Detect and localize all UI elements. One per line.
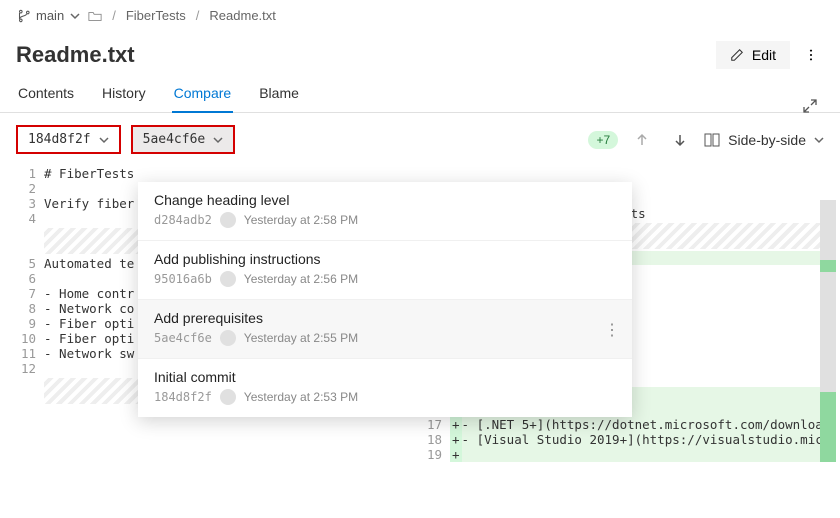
commit-title: Add publishing instructions (154, 251, 616, 267)
commit-time: Yesterday at 2:53 PM (244, 390, 358, 404)
diff-added-count: +7 (588, 131, 618, 149)
tab-compare[interactable]: Compare (172, 79, 234, 113)
view-mode-selector[interactable]: Side-by-side (704, 132, 824, 148)
avatar (220, 212, 236, 228)
commit-hash: d284adb2 (154, 213, 212, 227)
commit-title: Add prerequisites (154, 310, 616, 326)
chevron-down-icon (99, 135, 109, 145)
compare-from-selector[interactable]: 184d8f2f (16, 125, 121, 154)
commit-dropdown-item[interactable]: Initial commit 184d8f2f Yesterday at 2:53 … (138, 359, 632, 417)
prev-diff-button[interactable] (628, 126, 656, 154)
commit-hash: 95016a6b (154, 272, 212, 286)
pencil-icon (730, 48, 744, 62)
commit-hash: 184d8f2f (154, 390, 212, 404)
more-vertical-icon[interactable]: ⋮ (604, 320, 620, 340)
commit-dropdown-item[interactable]: Add prerequisites 5ae4cf6e Yesterday at 2:… (138, 300, 632, 359)
more-vertical-icon (804, 48, 818, 62)
fullscreen-button[interactable] (796, 92, 824, 120)
commit-time: Yesterday at 2:58 PM (244, 213, 358, 227)
tab-contents[interactable]: Contents (16, 79, 76, 112)
chevron-down-icon (70, 11, 80, 21)
commit-dropdown-item[interactable]: Add publishing instructions 95016a6b Yeste… (138, 241, 632, 300)
more-actions-button[interactable] (798, 42, 824, 68)
breadcrumb: / FiberTests / Readme.txt (88, 8, 276, 23)
side-by-side-icon (704, 132, 720, 148)
folder-icon (88, 9, 102, 23)
commit-hash: 5ae4cf6e (154, 331, 212, 345)
avatar (220, 330, 236, 346)
diff-minimap[interactable] (820, 200, 840, 500)
compare-to-selector[interactable]: 5ae4cf6e (131, 125, 236, 154)
commit-time: Yesterday at 2:55 PM (244, 331, 358, 345)
branch-selector[interactable]: main (16, 8, 80, 23)
breadcrumb-file[interactable]: Readme.txt (209, 8, 275, 23)
branch-icon (16, 9, 30, 23)
next-diff-button[interactable] (666, 126, 694, 154)
chevron-down-icon (814, 135, 824, 145)
commit-title: Change heading level (154, 192, 616, 208)
chevron-down-icon (213, 135, 223, 145)
commit-dropdown-item[interactable]: Change heading level d284adb2 Yesterday at… (138, 182, 632, 241)
branch-name: main (36, 8, 64, 23)
commit-dropdown: Change heading level d284adb2 Yesterday at… (138, 182, 632, 417)
arrow-down-icon (672, 132, 688, 148)
commit-title: Initial commit (154, 369, 616, 385)
page-title: Readme.txt (16, 42, 135, 68)
file-tabs: Contents History Compare Blame (0, 75, 840, 113)
arrow-up-icon (634, 132, 650, 148)
breadcrumb-folder[interactable]: FiberTests (126, 8, 186, 23)
avatar (220, 389, 236, 405)
tab-blame[interactable]: Blame (257, 79, 301, 112)
avatar (220, 271, 236, 287)
commit-time: Yesterday at 2:56 PM (244, 272, 358, 286)
edit-button[interactable]: Edit (716, 41, 790, 69)
tab-history[interactable]: History (100, 79, 148, 112)
expand-icon (802, 98, 818, 114)
